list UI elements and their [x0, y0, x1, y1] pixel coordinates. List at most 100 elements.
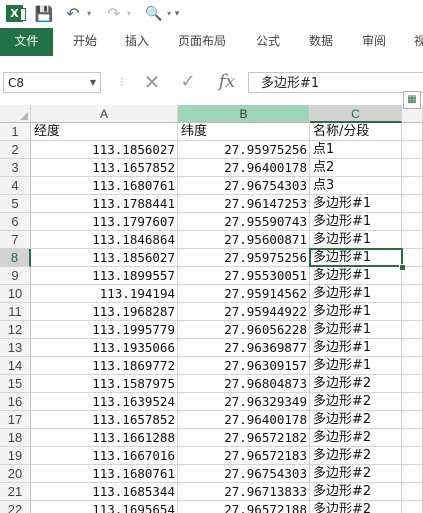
row-header-13[interactable]: 13	[0, 339, 31, 357]
cell-b1[interactable]: 纬度	[178, 123, 310, 141]
cell-a21[interactable]: 113.1685344	[31, 483, 178, 501]
row-header-22[interactable]: 22	[0, 501, 31, 513]
name-box-dropdown-icon[interactable]: ▼	[86, 72, 100, 93]
cell-b8[interactable]: 27.95975256	[178, 249, 310, 267]
cell-a5[interactable]: 113.1788441	[31, 195, 178, 213]
row-header-11[interactable]: 11	[0, 303, 31, 321]
cell-b15[interactable]: 27.96804873	[178, 375, 310, 393]
enter-check-icon[interactable]: ✓	[176, 70, 200, 94]
undo-icon[interactable]: ↶	[63, 4, 83, 24]
row-header-14[interactable]: 14	[0, 357, 31, 375]
cell-d10[interactable]	[402, 285, 423, 303]
cell-b19[interactable]: 27.96572183	[178, 447, 310, 465]
cell-b7[interactable]: 27.95600871	[178, 231, 310, 249]
cell-b4[interactable]: 27.96754303	[178, 177, 310, 195]
tab-view[interactable]: 视	[414, 28, 423, 56]
column-header-c[interactable]: C	[310, 105, 402, 123]
row-header-10[interactable]: 10	[0, 285, 31, 303]
cell-c18[interactable]: 多边形#2	[310, 429, 402, 447]
row-header-19[interactable]: 19	[0, 447, 31, 465]
cell-a3[interactable]: 113.1657852	[31, 159, 178, 177]
cell-d1[interactable]	[402, 123, 423, 141]
row-header-12[interactable]: 12	[0, 321, 31, 339]
cell-a8[interactable]: 113.1856027	[31, 249, 178, 267]
cell-d11[interactable]	[402, 303, 423, 321]
cell-b14[interactable]: 27.96309157	[178, 357, 310, 375]
cell-a6[interactable]: 113.1797607	[31, 213, 178, 231]
cell-a9[interactable]: 113.1899557	[31, 267, 178, 285]
cell-a10[interactable]: 113.194194	[31, 285, 178, 303]
fill-handle[interactable]	[399, 264, 406, 271]
row-header-4[interactable]: 4	[0, 177, 31, 195]
insert-function-icon[interactable]: fx	[214, 70, 240, 94]
cell-c8[interactable]: 多边形#1	[310, 249, 402, 267]
cell-a19[interactable]: 113.1667016	[31, 447, 178, 465]
cell-d16[interactable]	[402, 393, 423, 411]
tab-data[interactable]: 数据	[309, 28, 333, 56]
tab-review[interactable]: 审阅	[362, 28, 386, 56]
cell-c10[interactable]: 多边形#1	[310, 285, 402, 303]
cell-c6[interactable]: 多边形#1	[310, 213, 402, 231]
row-header-18[interactable]: 18	[0, 429, 31, 447]
customize-toolbar-icon[interactable]: ▾	[172, 4, 182, 24]
cell-c15[interactable]: 多边形#2	[310, 375, 402, 393]
cell-c12[interactable]: 多边形#1	[310, 321, 402, 339]
cell-d2[interactable]	[402, 141, 423, 159]
cell-c21[interactable]: 多边形#2	[310, 483, 402, 501]
cell-a15[interactable]: 113.1587975	[31, 375, 178, 393]
undo-dropdown-icon[interactable]: ▾	[84, 4, 94, 24]
cell-c22[interactable]: 多边形#2	[310, 501, 402, 513]
tab-insert[interactable]: 插入	[125, 28, 149, 56]
row-header-9[interactable]: 9	[0, 267, 31, 285]
cell-a12[interactable]: 113.1995779	[31, 321, 178, 339]
cell-a14[interactable]: 113.1869772	[31, 357, 178, 375]
cell-d17[interactable]	[402, 411, 423, 429]
cell-c19[interactable]: 多边形#2	[310, 447, 402, 465]
quick-analysis-icon[interactable]: ▦	[403, 91, 421, 109]
row-header-15[interactable]: 15	[0, 375, 31, 393]
redo-icon[interactable]: ↷	[104, 4, 124, 24]
cell-a20[interactable]: 113.1680761	[31, 465, 178, 483]
row-header-3[interactable]: 3	[0, 159, 31, 177]
cell-d12[interactable]	[402, 321, 423, 339]
cell-b17[interactable]: 27.96400178	[178, 411, 310, 429]
row-header-1[interactable]: 1	[0, 123, 31, 141]
row-header-16[interactable]: 16	[0, 393, 31, 411]
cell-c14[interactable]: 多边形#1	[310, 357, 402, 375]
print-preview-icon[interactable]: 🔍	[144, 4, 164, 24]
cell-a16[interactable]: 113.1639524	[31, 393, 178, 411]
row-header-20[interactable]: 20	[0, 465, 31, 483]
cell-a17[interactable]: 113.1657852	[31, 411, 178, 429]
excel-logo-icon[interactable]: X	[6, 5, 26, 22]
cell-d6[interactable]	[402, 213, 423, 231]
tab-file[interactable]: 文件	[0, 28, 53, 56]
cell-d13[interactable]	[402, 339, 423, 357]
select-all-corner[interactable]	[0, 105, 31, 123]
cell-b10[interactable]: 27.95914562	[178, 285, 310, 303]
cell-d19[interactable]	[402, 447, 423, 465]
cell-a11[interactable]: 113.1968287	[31, 303, 178, 321]
worksheet-grid[interactable]: A B C 1 经度 纬度 名称/分段 2 113.1856027 27.95975256 点…	[0, 105, 423, 513]
cell-b9[interactable]: 27.95530051	[178, 267, 310, 285]
row-header-6[interactable]: 6	[0, 213, 31, 231]
tab-home[interactable]: 开始	[73, 28, 97, 56]
cell-c16[interactable]: 多边形#2	[310, 393, 402, 411]
row-header-8[interactable]: 8	[0, 249, 31, 267]
cell-c5[interactable]: 多边形#1	[310, 195, 402, 213]
cancel-icon[interactable]: ✕	[140, 70, 164, 94]
row-header-21[interactable]: 21	[0, 483, 31, 501]
row-header-2[interactable]: 2	[0, 141, 31, 159]
cell-b11[interactable]: 27.95944922	[178, 303, 310, 321]
cell-c4[interactable]: 点3	[310, 177, 402, 195]
cell-c13[interactable]: 多边形#1	[310, 339, 402, 357]
cell-b16[interactable]: 27.96329349	[178, 393, 310, 411]
save-icon[interactable]: 💾	[34, 4, 54, 24]
cell-c7[interactable]: 多边形#1	[310, 231, 402, 249]
cell-c17[interactable]: 多边形#2	[310, 411, 402, 429]
cell-b13[interactable]: 27.96369877	[178, 339, 310, 357]
cell-d5[interactable]	[402, 195, 423, 213]
cell-b2[interactable]: 27.95975256	[178, 141, 310, 159]
redo-dropdown-icon[interactable]: ▾	[124, 4, 134, 24]
cell-a22[interactable]: 113.1695654	[31, 501, 178, 513]
cell-c1[interactable]: 名称/分段	[310, 123, 402, 141]
